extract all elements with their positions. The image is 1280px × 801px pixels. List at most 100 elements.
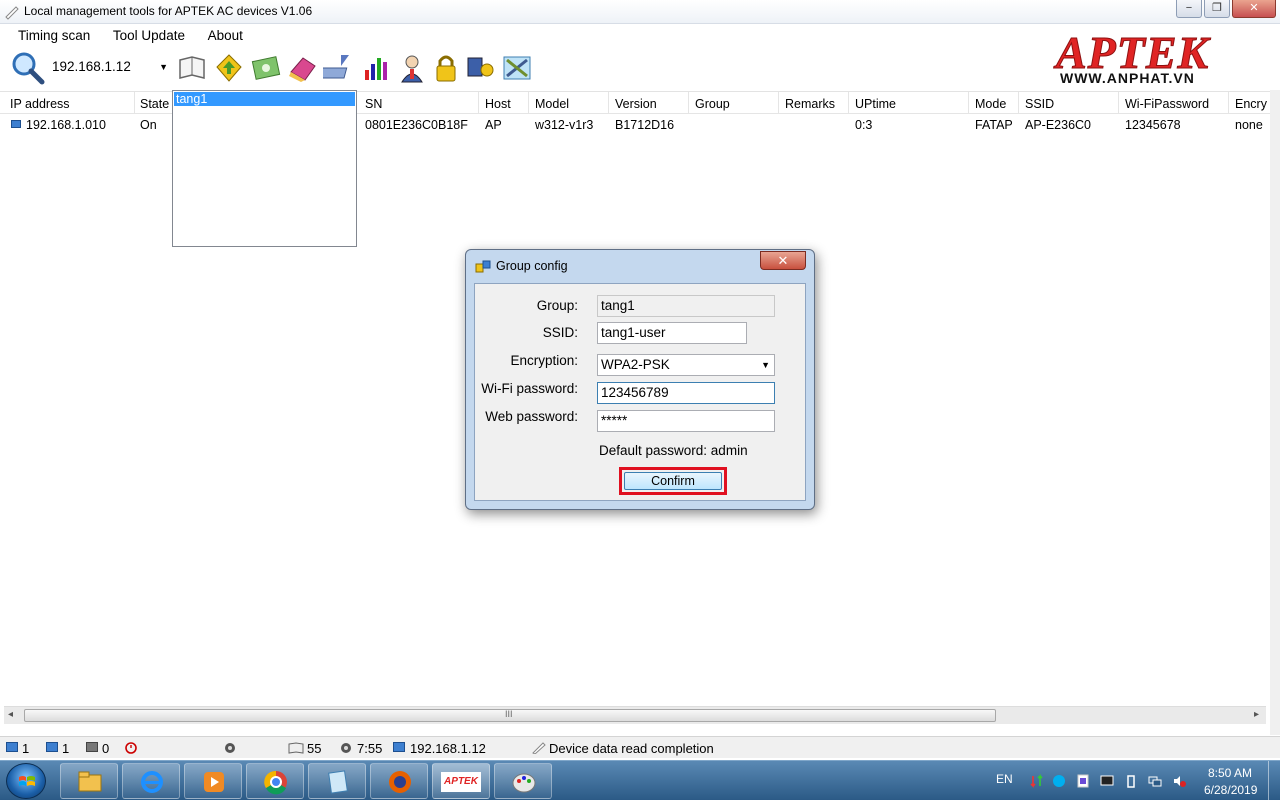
user-icon[interactable]	[396, 52, 428, 84]
confirm-button[interactable]: Confirm	[624, 472, 722, 490]
col-remarks[interactable]: Remarks	[785, 97, 835, 111]
network-activity-icon[interactable]	[1030, 774, 1044, 788]
status-count-a: 1	[22, 741, 30, 756]
upgrade-icon[interactable]	[213, 52, 245, 84]
taskbar-notepad[interactable]	[308, 763, 366, 799]
col-sn[interactable]: SN	[365, 97, 382, 111]
scroll-left-icon[interactable]: ◂	[8, 709, 13, 720]
web-password-field[interactable]: *****	[597, 410, 775, 432]
horizontal-scrollbar[interactable]: ◂ III ▸	[4, 706, 1266, 724]
lock-icon[interactable]	[430, 52, 462, 84]
status-count-b: 1	[62, 741, 70, 756]
default-password-note: Default password: admin	[599, 443, 748, 458]
media-player-icon	[204, 772, 224, 792]
toolbar: 192.168.1.12 ▼	[0, 48, 1050, 88]
clock-date[interactable]: 6/28/2019	[1204, 783, 1257, 797]
col-state[interactable]: State	[140, 97, 169, 111]
col-host[interactable]: Host	[485, 97, 511, 111]
status-packets: 55	[307, 741, 322, 756]
window-title: Local management tools for APTEK AC devi…	[24, 4, 313, 18]
taskbar-firefox[interactable]	[370, 763, 428, 799]
book-icon	[288, 742, 304, 754]
chart-icon[interactable]	[360, 52, 392, 84]
config-icon[interactable]	[250, 52, 282, 84]
taskbar-aptek-tool[interactable]: APTEK	[432, 763, 490, 799]
group-config-dialog: Group config ✕ Group: tang1 SSID: tang1-…	[465, 249, 815, 510]
scroll-right-icon[interactable]: ▸	[1254, 709, 1259, 720]
right-edge	[1270, 90, 1280, 735]
cell-ssid: AP-E236C0	[1025, 118, 1092, 132]
download-icon[interactable]	[323, 52, 355, 84]
col-uptime[interactable]: UPtime	[855, 97, 896, 111]
title-bar: Local management tools for APTEK AC devi…	[0, 0, 1280, 24]
cell-uptime: 0:3	[855, 118, 873, 132]
language-indicator[interactable]: EN	[996, 772, 1013, 786]
wifi-password-label: Wi-Fi password:	[481, 381, 578, 396]
maximize-button[interactable]: ❐	[1204, 0, 1230, 18]
taskbar-file-explorer[interactable]	[60, 763, 118, 799]
notepad-icon	[328, 770, 348, 794]
status-time: 7:55	[357, 741, 383, 756]
col-ip-address[interactable]: IP address	[10, 97, 70, 111]
ssid-field[interactable]: tang1-user	[597, 322, 747, 344]
scrollbar-thumb[interactable]: III	[24, 709, 996, 722]
app-tray-icon[interactable]	[1076, 774, 1090, 788]
taskbar: APTEK EN 8:50 AM 6/28/2019	[0, 760, 1280, 801]
network-icon[interactable]	[1148, 774, 1162, 788]
menu-tool-update[interactable]: Tool Update	[113, 24, 185, 43]
network-icon	[393, 742, 405, 752]
display-icon[interactable]	[1100, 774, 1114, 788]
user-settings-icon[interactable]	[465, 52, 497, 84]
minimize-button[interactable]: −	[1176, 0, 1202, 18]
battery-icon[interactable]	[1124, 774, 1138, 788]
dialog-body: Group: tang1 SSID: tang1-user Encryption…	[474, 283, 806, 501]
col-wifi-password[interactable]: Wi-FiPassword	[1125, 97, 1209, 111]
taskbar-media-player[interactable]	[184, 763, 242, 799]
close-button[interactable]: ✕	[1232, 0, 1276, 18]
group-list-item[interactable]: tang1	[174, 92, 355, 106]
taskbar-chrome[interactable]	[246, 763, 304, 799]
clock-time[interactable]: 8:50 AM	[1208, 766, 1252, 780]
group-listbox[interactable]: tang1	[172, 90, 357, 247]
col-encryption[interactable]: Encry	[1235, 97, 1267, 111]
device-icon	[46, 742, 58, 752]
eraser-icon[interactable]	[287, 52, 319, 84]
encryption-select[interactable]: WPA2-PSK ▼	[597, 354, 775, 376]
folder-icon	[78, 771, 102, 792]
timer-icon	[225, 743, 235, 753]
skype-icon[interactable]	[1052, 774, 1066, 788]
status-bar: 1 1 0 55 7:55 192.168.1.12 Device data r…	[0, 736, 1280, 758]
start-button[interactable]	[6, 763, 46, 799]
col-mode[interactable]: Mode	[975, 97, 1006, 111]
tools-icon[interactable]	[501, 52, 533, 84]
volume-muted-icon[interactable]	[1172, 774, 1186, 788]
col-version[interactable]: Version	[615, 97, 657, 111]
book-icon[interactable]	[176, 52, 208, 84]
wifi-password-field[interactable]: 123456789	[597, 382, 775, 404]
taskbar-internet-explorer[interactable]	[122, 763, 180, 799]
col-group[interactable]: Group	[695, 97, 730, 111]
device-offline-icon	[86, 742, 98, 752]
cell-encryption: none	[1235, 118, 1263, 132]
computer-icon	[11, 120, 21, 128]
status-ip: 192.168.1.12	[410, 741, 486, 756]
cell-state: On	[140, 118, 157, 132]
dialog-close-button[interactable]: ✕	[760, 251, 806, 270]
cell-ip: 192.168.1.010	[26, 118, 106, 132]
device-online-icon	[6, 742, 18, 752]
dialog-app-icon	[475, 260, 491, 273]
ip-address-select[interactable]: 192.168.1.12 ▼	[48, 56, 172, 78]
col-model[interactable]: Model	[535, 97, 569, 111]
taskbar-paint[interactable]	[494, 763, 552, 799]
show-desktop-button[interactable]	[1268, 761, 1280, 801]
ip-address-value: 192.168.1.12	[52, 59, 131, 74]
cell-model: w312-v1r3	[535, 118, 594, 132]
menu-timing-scan[interactable]: Timing scan	[18, 24, 90, 43]
app-icon	[5, 6, 19, 20]
aptek-app-icon: APTEK	[441, 772, 481, 792]
col-ssid[interactable]: SSID	[1025, 97, 1054, 111]
group-label: Group:	[536, 298, 578, 313]
firefox-icon	[389, 771, 411, 793]
search-icon[interactable]	[10, 50, 46, 86]
menu-about[interactable]: About	[208, 24, 243, 43]
